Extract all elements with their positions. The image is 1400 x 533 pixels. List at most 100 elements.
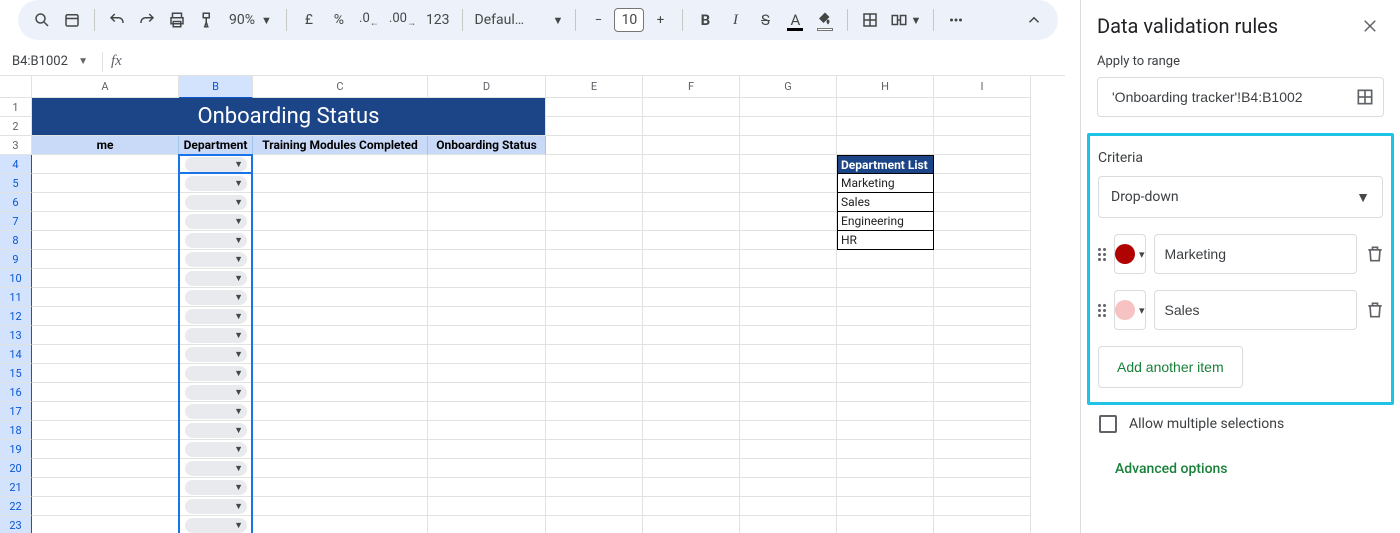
cell[interactable] [740,250,837,269]
cell[interactable] [32,364,179,383]
select-all-corner[interactable] [0,76,32,98]
cell[interactable] [253,383,428,402]
cell[interactable] [643,98,740,117]
cell[interactable] [253,326,428,345]
cell[interactable] [837,516,934,533]
criteria-dropdown[interactable]: Drop-down ▼ [1098,176,1383,218]
font-size-minus[interactable]: − [584,6,612,34]
cell[interactable] [837,497,934,516]
cell[interactable] [934,212,1031,231]
delete-option-icon[interactable] [1365,298,1385,322]
cell[interactable] [934,516,1031,533]
decrease-decimals-icon[interactable]: .0← [355,6,383,34]
column-header-G[interactable]: G [740,76,837,98]
cell[interactable] [428,193,546,212]
cell[interactable] [837,459,934,478]
cell[interactable] [934,421,1031,440]
cell[interactable] [253,212,428,231]
cell[interactable] [32,231,179,250]
cell[interactable] [740,307,837,326]
cell[interactable] [643,193,740,212]
cell[interactable] [428,212,546,231]
dropdown-chip[interactable]: ▼ [185,423,247,438]
dropdown-chip[interactable]: ▼ [185,347,247,362]
range-input[interactable] [1110,88,1355,106]
column-header-I[interactable]: I [934,76,1031,98]
cell[interactable] [740,136,837,155]
cell[interactable] [740,478,837,497]
cell[interactable] [253,402,428,421]
cell[interactable] [934,440,1031,459]
department-list-item[interactable]: Engineering [837,212,934,231]
cell[interactable] [32,478,179,497]
row-header-8[interactable]: 8 [0,231,32,250]
row-header-7[interactable]: 7 [0,212,32,231]
cell[interactable] [32,174,179,193]
drag-handle-icon[interactable] [1098,304,1106,317]
cell[interactable] [32,383,179,402]
cell[interactable] [32,212,179,231]
option-value-input[interactable] [1154,234,1357,274]
cell[interactable] [740,288,837,307]
cell[interactable] [643,516,740,533]
cell[interactable] [643,212,740,231]
dropdown-chip[interactable]: ▼ [185,271,247,286]
cell[interactable] [934,497,1031,516]
cell[interactable] [643,269,740,288]
cell[interactable] [934,98,1031,117]
row-header-13[interactable]: 13 [0,326,32,345]
cell[interactable] [837,383,934,402]
cell[interactable] [32,269,179,288]
cell[interactable] [32,459,179,478]
department-list-item[interactable]: HR [837,231,934,250]
cell[interactable] [934,193,1031,212]
cell[interactable] [253,288,428,307]
cell[interactable] [546,117,643,136]
cell[interactable] [253,421,428,440]
department-list-item[interactable]: Sales [837,193,934,212]
cell[interactable] [837,364,934,383]
cell[interactable] [740,231,837,250]
font-size-plus[interactable]: + [646,6,674,34]
cell[interactable] [253,459,428,478]
cell[interactable] [428,250,546,269]
cell[interactable] [934,402,1031,421]
dropdown-chip[interactable]: ▼ [185,385,247,400]
dropdown-chip[interactable]: ▼ [185,309,247,324]
cell[interactable] [740,402,837,421]
cell[interactable] [740,98,837,117]
cell[interactable] [428,440,546,459]
cell[interactable] [934,269,1031,288]
allow-multiple-checkbox[interactable]: Allow multiple selections [1099,415,1384,433]
cell[interactable] [740,193,837,212]
cell[interactable] [740,345,837,364]
cell[interactable] [934,174,1031,193]
cell[interactable] [32,516,179,533]
cell[interactable] [253,174,428,193]
cell[interactable] [740,364,837,383]
cell[interactable] [740,117,837,136]
cell[interactable] [934,345,1031,364]
cell[interactable] [32,250,179,269]
dropdown-chip[interactable]: ▼ [185,518,247,533]
spreadsheet-grid[interactable]: ABCDEFGHI 123456789101112131415161718192… [0,76,1065,533]
cell[interactable] [546,231,643,250]
cell[interactable] [428,459,546,478]
cell[interactable] [643,421,740,440]
dropdown-chip[interactable]: ▼ [185,366,247,381]
add-another-item-button[interactable]: Add another item [1098,346,1243,388]
dropdown-chip[interactable]: ▼ [185,404,247,419]
column-header-H[interactable]: H [837,76,934,98]
fill-color-button[interactable] [811,6,839,34]
cell[interactable] [934,155,1031,174]
row-header-4[interactable]: 4 [0,155,32,174]
paint-format-icon[interactable] [193,6,221,34]
cell[interactable] [546,345,643,364]
cell[interactable] [428,497,546,516]
cell[interactable] [837,345,934,364]
cell[interactable] [546,269,643,288]
row-header-2[interactable]: 2 [0,117,32,136]
cell[interactable] [428,402,546,421]
table-header-C[interactable]: Training Modules Completed [253,136,428,155]
strikethrough-button[interactable]: S [751,6,779,34]
